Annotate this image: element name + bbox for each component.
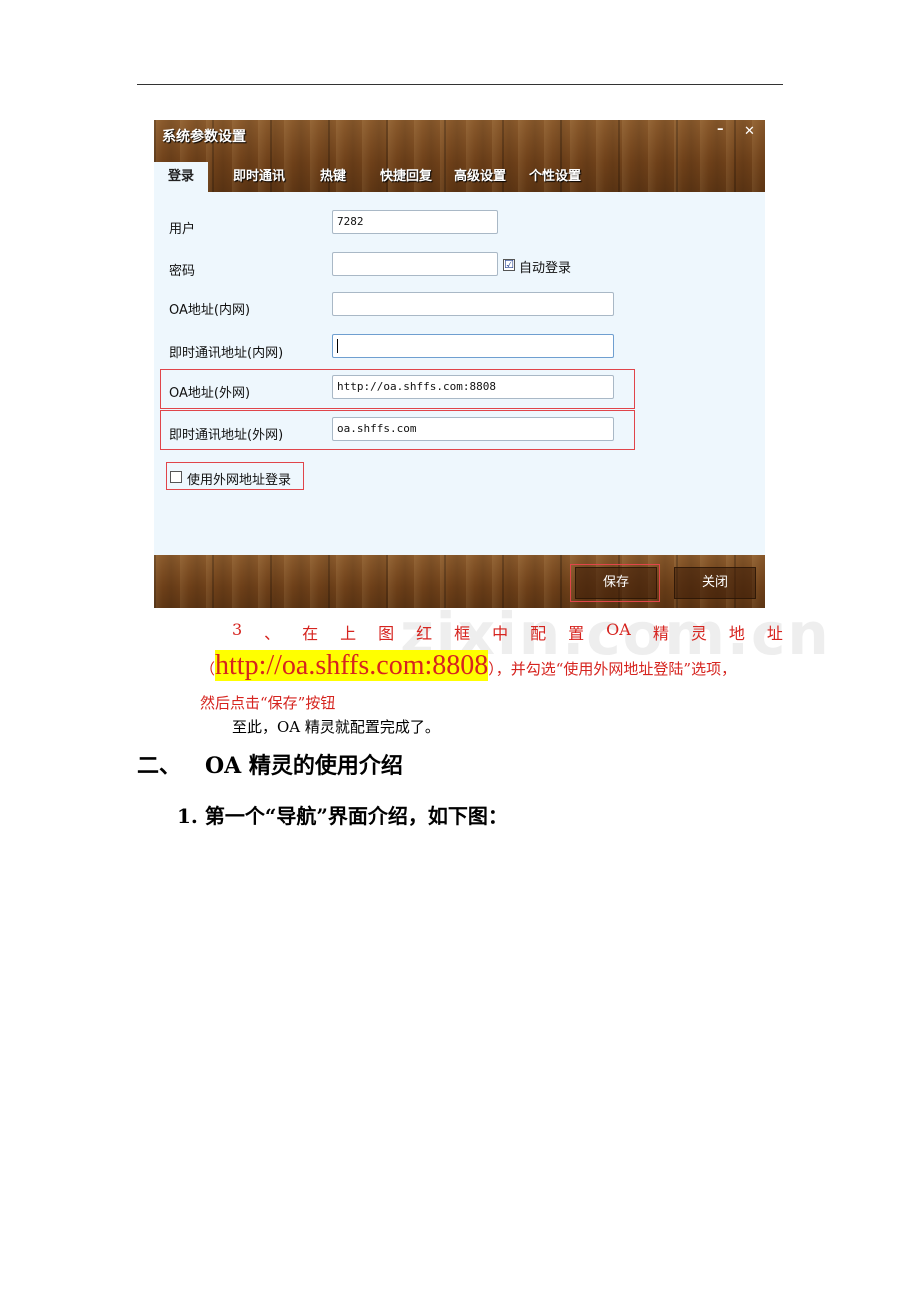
tab-instant-messaging[interactable]: 即时通讯	[233, 162, 285, 192]
tab-advanced-settings[interactable]: 高级设置	[454, 162, 506, 192]
oa-external-label: OA地址(外网)	[169, 386, 251, 401]
oa-external-input[interactable]: http://oa.shffs.com:8808	[332, 375, 614, 399]
caption-word: 置	[568, 624, 585, 643]
dialog-titlebar: 系统参数设置 – ✕ 登录 即时通讯 热键 快捷回复 高级设置 个性设置	[154, 120, 765, 192]
caption-word: 地	[728, 624, 745, 643]
minimize-icon[interactable]: –	[717, 122, 724, 137]
password-input[interactable]	[332, 252, 498, 276]
caption-word: 配	[530, 624, 547, 643]
im-external-input[interactable]: oa.shffs.com	[332, 417, 614, 441]
caption-word: OA	[606, 620, 631, 639]
auto-login-checkbox[interactable]: ☑	[503, 259, 515, 271]
caption-line-3: 然后点击“保存”按钮	[200, 694, 336, 712]
caption-line-2-rest: ），并勾选“使用外网地址登陆”选项，	[488, 660, 737, 678]
close-icon[interactable]: ✕	[744, 124, 755, 139]
tab-personal-settings[interactable]: 个性设置	[529, 162, 581, 192]
caption-line-4: 至此，OA 精灵就配置完成了。	[232, 718, 440, 736]
highlighted-url: http://oa.shffs.com:8808	[215, 650, 489, 681]
subsection-heading: 1. 第一个“导航”界面介绍，如下图：	[177, 804, 508, 828]
caption-word: 上	[340, 624, 357, 643]
im-internal-label: 即时通讯地址(内网)	[169, 346, 284, 361]
caption-word: 图	[378, 624, 395, 643]
dialog-title: 系统参数设置	[162, 129, 246, 145]
oa-internal-label: OA地址(内网)	[169, 303, 251, 318]
use-external-checkbox[interactable]	[170, 471, 182, 483]
login-settings-panel: 用户 7282 密码 ☑ 自动登录 OA地址(内网) 即时通讯地址(内网) OA…	[154, 192, 765, 555]
caption-word: 精	[652, 624, 669, 643]
caption-word: 红	[416, 624, 433, 643]
close-button[interactable]: 关闭	[674, 567, 756, 599]
tab-login[interactable]: 登录	[154, 162, 209, 192]
use-external-label: 使用外网地址登录	[187, 473, 292, 488]
caption-word: 址	[766, 624, 783, 643]
section-title: OA 精灵的使用介绍	[205, 753, 403, 779]
save-button[interactable]: 保存	[575, 567, 657, 599]
settings-dialog-screenshot: 系统参数设置 – ✕ 登录 即时通讯 热键 快捷回复 高级设置 个性设置 用户 …	[154, 120, 765, 608]
password-label: 密码	[169, 264, 196, 279]
im-internal-input[interactable]	[332, 334, 614, 358]
caption-word: 、	[264, 624, 281, 643]
caption-word: 3	[232, 620, 243, 639]
user-input[interactable]: 7282	[332, 210, 498, 234]
caption-line-1: 3 、 在 上 图 红 框 中 配 置 OA 精 灵 地 址	[232, 620, 783, 644]
caption-word: 灵	[690, 624, 707, 643]
tab-hotkeys[interactable]: 热键	[320, 162, 346, 192]
oa-internal-input[interactable]	[332, 292, 614, 316]
header-rule	[137, 84, 783, 85]
section-number: 二、	[137, 753, 182, 779]
auto-login-label: 自动登录	[519, 261, 572, 276]
caption-word: 中	[492, 624, 509, 643]
im-external-label: 即时通讯地址(外网)	[169, 428, 284, 443]
caption-word: 在	[302, 624, 319, 643]
paren-open: （	[200, 660, 216, 678]
caption-line-2: （http://oa.shffs.com:8808），并勾选“使用外网地址登陆”…	[200, 650, 736, 682]
user-label: 用户	[169, 222, 196, 237]
text-cursor	[337, 339, 338, 353]
caption-word: 框	[454, 624, 471, 643]
tab-quick-reply[interactable]: 快捷回复	[380, 162, 432, 192]
